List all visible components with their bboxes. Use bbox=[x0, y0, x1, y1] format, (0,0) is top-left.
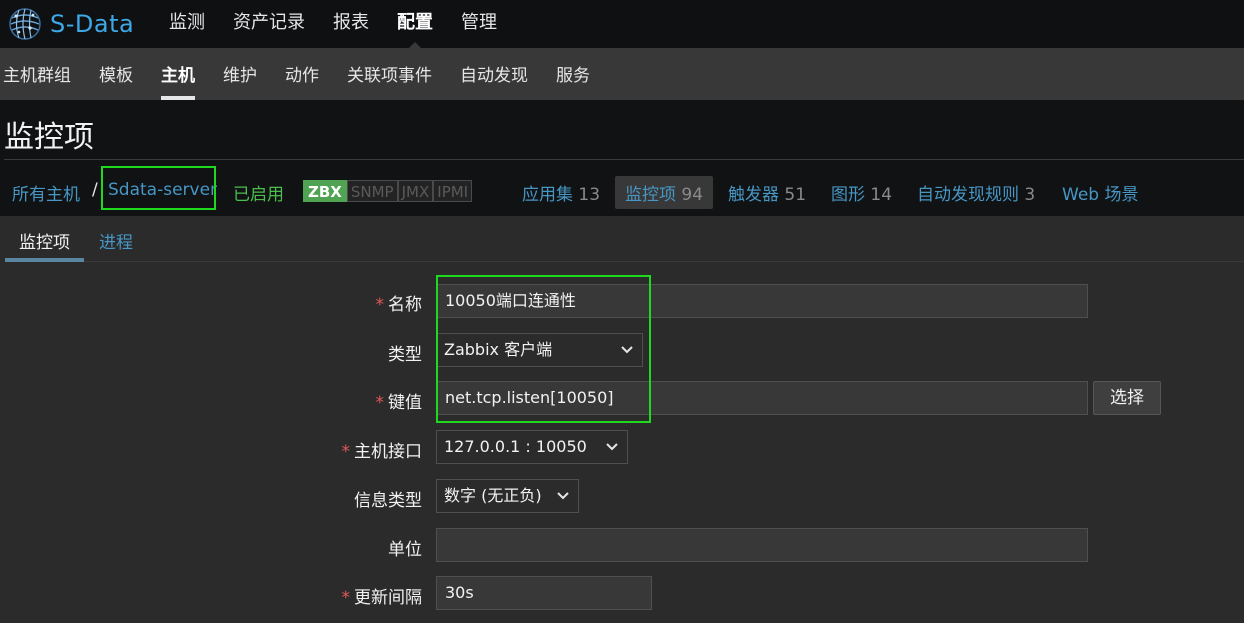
nav-discovery-rules-label: 自动发现规则 bbox=[917, 185, 1019, 205]
nav-applications-label: 应用集 bbox=[522, 185, 573, 205]
nav-graphs-label: 图形 bbox=[831, 185, 865, 205]
nav-graphs-count: 14 bbox=[870, 185, 893, 205]
units-input[interactable] bbox=[436, 528, 1088, 562]
header-divider bbox=[4, 159, 1244, 160]
name-label: * 名称 bbox=[375, 295, 423, 315]
nav-items-count: 94 bbox=[681, 185, 704, 205]
chevron-down-icon bbox=[605, 431, 619, 463]
badge-jmx: JMX bbox=[397, 180, 434, 202]
sub-menu-actions[interactable]: 动作 bbox=[271, 48, 333, 100]
page-header: 监控项 bbox=[0, 100, 1244, 162]
sub-menu: 主机群组 模板 主机 维护 动作 关联项事件 自动发现 服务 bbox=[0, 48, 1244, 100]
main-menu-inventory[interactable]: 资产记录 bbox=[219, 0, 319, 48]
brand-name: S-Data bbox=[50, 10, 135, 38]
breadcrumb-all-hosts[interactable]: 所有主机 bbox=[12, 180, 80, 205]
main-menu-monitoring[interactable]: 监测 bbox=[155, 0, 219, 48]
main-menu-configuration[interactable]: 配置 bbox=[383, 0, 447, 49]
units-label: 单位 bbox=[388, 540, 422, 560]
globe-logo-icon bbox=[9, 8, 41, 40]
info-type-select[interactable]: 数字 (无正负) bbox=[436, 479, 579, 513]
sub-menu-hosts[interactable]: 主机 bbox=[147, 48, 209, 100]
sub-menu-discovery[interactable]: 自动发现 bbox=[446, 48, 542, 100]
availability-badges: ZBX SNMP JMX IPMI bbox=[303, 180, 473, 202]
host-status[interactable]: 已启用 bbox=[233, 180, 284, 205]
nav-triggers-label: 触发器 bbox=[728, 185, 779, 205]
main-menu-administration[interactable]: 管理 bbox=[447, 0, 511, 48]
tab-item[interactable]: 监控项 bbox=[5, 228, 84, 262]
key-select-button[interactable]: 选择 bbox=[1093, 381, 1161, 415]
host-nav-bar: 所有主机 / Sdata-server 已启用 应用集 13 监控项 94 触发… bbox=[0, 162, 1244, 216]
nav-discovery-rules-count: 3 bbox=[1024, 185, 1036, 205]
nav-applications[interactable]: 应用集 13 bbox=[522, 180, 600, 205]
sub-menu-correlation[interactable]: 关联项事件 bbox=[333, 48, 446, 100]
highlight-box-host bbox=[101, 166, 216, 210]
nav-triggers-count: 51 bbox=[784, 185, 807, 205]
info-type-select-value: 数字 (无正负) bbox=[444, 486, 542, 505]
sub-menu-services[interactable]: 服务 bbox=[542, 48, 604, 100]
main-menu: 监测 资产记录 报表 配置 管理 bbox=[155, 0, 511, 49]
form-tabs: 监控项 进程 bbox=[4, 216, 1244, 262]
nav-graphs[interactable]: 图形 14 bbox=[831, 180, 892, 205]
badge-snmp: SNMP bbox=[346, 180, 398, 202]
chevron-down-icon bbox=[556, 480, 570, 512]
info-type-label: 信息类型 bbox=[354, 491, 422, 511]
interface-select[interactable]: 127.0.0.1 : 10050 bbox=[436, 430, 628, 464]
sub-menu-templates[interactable]: 模板 bbox=[85, 48, 147, 100]
nav-applications-count: 13 bbox=[578, 185, 601, 205]
nav-items-label: 监控项 bbox=[625, 185, 676, 205]
item-form: * 名称 10050端口连通性 类型 Zabbix 客户端 * 键值 net.tcp… bbox=[0, 262, 1244, 623]
breadcrumb-separator: / bbox=[92, 180, 98, 200]
main-menu-reports[interactable]: 报表 bbox=[319, 0, 383, 48]
interface-select-value: 127.0.0.1 : 10050 bbox=[444, 437, 587, 456]
nav-triggers[interactable]: 触发器 51 bbox=[728, 180, 806, 205]
key-label: * 键值 bbox=[375, 393, 423, 413]
nav-web-scenarios[interactable]: Web 场景 bbox=[1062, 180, 1138, 205]
interval-label: * 更新间隔 bbox=[341, 588, 423, 608]
logo[interactable]: S-Data bbox=[6, 6, 134, 42]
highlight-box-fields bbox=[436, 275, 651, 423]
sub-menu-maintenance[interactable]: 维护 bbox=[209, 48, 271, 100]
badge-zbx: ZBX bbox=[303, 180, 347, 202]
tab-preprocessing[interactable]: 进程 bbox=[99, 228, 133, 253]
type-label: 类型 bbox=[388, 345, 422, 365]
interface-label: * 主机接口 bbox=[341, 442, 423, 462]
nav-discovery-rules[interactable]: 自动发现规则 3 bbox=[917, 180, 1035, 205]
sub-menu-host-groups[interactable]: 主机群组 bbox=[0, 48, 85, 100]
top-bar: S-Data 监测 资产记录 报表 配置 管理 bbox=[0, 0, 1244, 49]
nav-items[interactable]: 监控项 94 bbox=[615, 176, 714, 209]
badge-ipmi: IPMI bbox=[433, 180, 473, 202]
page-title: 监控项 bbox=[4, 120, 94, 155]
interval-input[interactable]: 30s bbox=[436, 576, 652, 610]
